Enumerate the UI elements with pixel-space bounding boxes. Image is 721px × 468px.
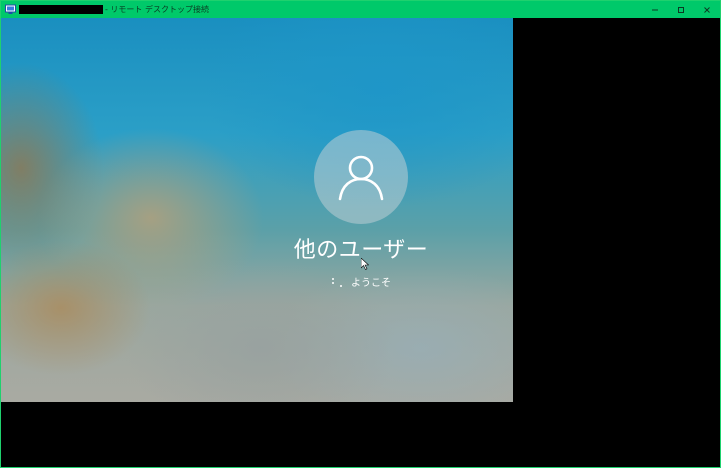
window-title: - リモート デスクトップ接続 [105, 5, 209, 14]
title-bar[interactable]: - リモート デスクトップ接続 [1, 1, 720, 18]
minimize-icon [652, 9, 658, 10]
maximize-icon [678, 6, 684, 13]
remote-desktop-app-icon [5, 4, 16, 15]
close-button[interactable] [694, 1, 720, 18]
user-icon [338, 155, 384, 201]
welcome-status: ようこそ [301, 274, 421, 289]
unused-area-bottom [1, 402, 513, 467]
window-controls [642, 1, 720, 18]
redacted-host-name [19, 5, 103, 14]
user-avatar[interactable] [314, 130, 408, 224]
close-icon [704, 6, 710, 13]
remote-desktop-window: - リモート デスクトップ接続 他のユーザー ようこそ [0, 0, 721, 468]
mouse-cursor-icon [361, 258, 369, 270]
remote-desktop-lock-screen[interactable]: 他のユーザー ようこそ [1, 18, 513, 402]
maximize-button[interactable] [668, 1, 694, 18]
unused-area-right [513, 18, 720, 467]
minimize-button[interactable] [642, 1, 668, 18]
loading-spinner-icon [331, 276, 343, 288]
welcome-text: ようこそ [351, 278, 391, 289]
